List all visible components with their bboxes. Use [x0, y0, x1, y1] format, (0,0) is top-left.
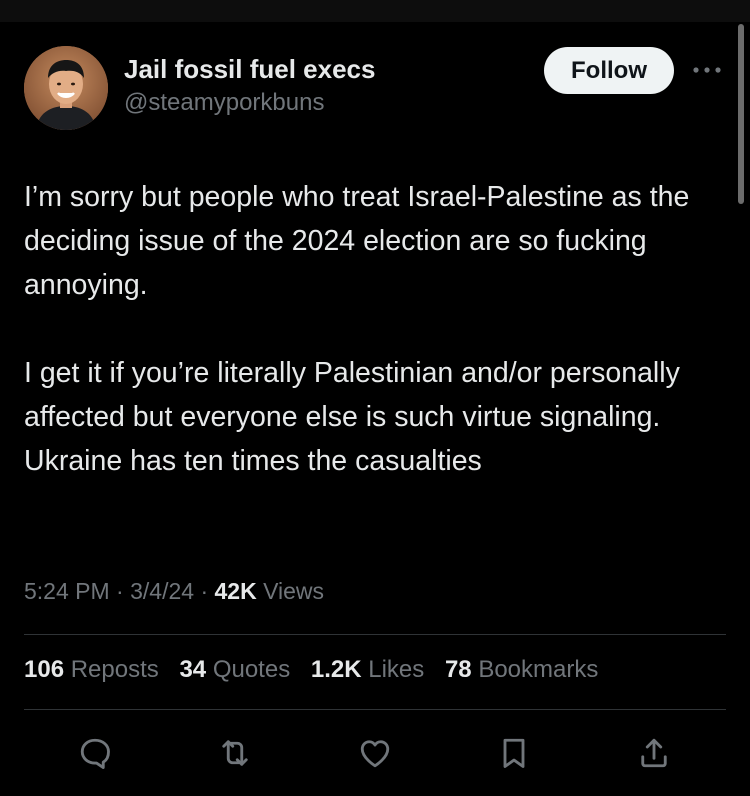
- bookmarks-count: 78: [444, 656, 472, 683]
- engagement-stats: 106 Reposts 34 Quotes 1.2K Likes 78 Book…: [24, 656, 612, 684]
- divider: [24, 634, 726, 635]
- views-count: 42K: [214, 578, 257, 604]
- heart-icon[interactable]: [355, 733, 395, 773]
- follow-button[interactable]: Follow: [544, 47, 674, 94]
- avatar[interactable]: [24, 46, 108, 130]
- avatar-image: [24, 46, 108, 130]
- meta-separator: ·: [200, 578, 209, 604]
- bookmarks-label: Bookmarks: [478, 656, 599, 683]
- more-horizontal-icon[interactable]: [690, 60, 724, 80]
- quotes-label: Quotes: [212, 656, 291, 683]
- tweet-date[interactable]: 3/4/24: [130, 578, 194, 604]
- tweet-text: I’m sorry but people who treat Israel-Pa…: [24, 175, 729, 483]
- quotes-count: 34: [179, 656, 207, 683]
- reposts-label: Reposts: [70, 656, 159, 683]
- tweet-paragraph: I get it if you’re literally Palestinian…: [24, 357, 680, 477]
- share-icon[interactable]: [634, 733, 674, 773]
- likes-stat[interactable]: 1.2K Likes: [311, 656, 424, 683]
- likes-count: 1.2K: [310, 656, 362, 683]
- bookmark-icon[interactable]: [494, 733, 534, 773]
- reply-icon[interactable]: [75, 733, 115, 773]
- display-name[interactable]: Jail fossil fuel execs: [124, 54, 375, 85]
- likes-label: Likes: [368, 656, 425, 683]
- tweet-meta: 5:24 PM · 3/4/24 · 42K Views: [24, 578, 324, 605]
- bookmarks-stat[interactable]: 78 Bookmarks: [445, 656, 598, 683]
- tweet-paragraph: I’m sorry but people who treat Israel-Pa…: [24, 181, 690, 301]
- tweet-time[interactable]: 5:24 PM: [24, 578, 110, 604]
- views-label: Views: [263, 578, 325, 604]
- repost-icon[interactable]: [215, 733, 255, 773]
- status-bar-strip: [0, 0, 750, 22]
- user-handle[interactable]: @steamyporkbuns: [124, 89, 324, 117]
- quotes-stat[interactable]: 34 Quotes: [179, 656, 290, 683]
- divider: [24, 709, 726, 710]
- reposts-count: 106: [24, 656, 65, 683]
- reposts-stat[interactable]: 106 Reposts: [24, 656, 159, 683]
- meta-separator: ·: [116, 578, 124, 604]
- scrollbar[interactable]: [738, 24, 744, 204]
